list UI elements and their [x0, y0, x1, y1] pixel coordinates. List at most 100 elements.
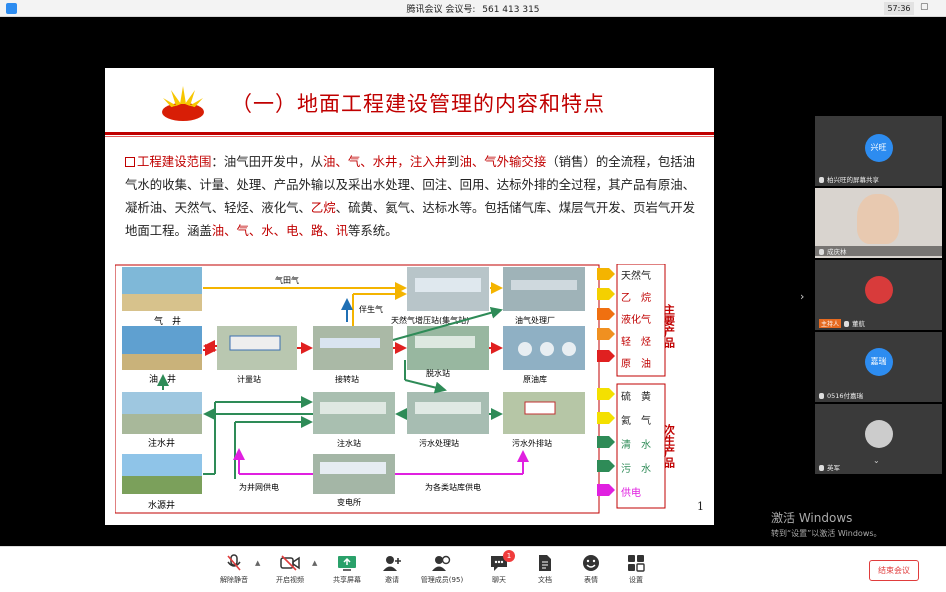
petrochina-logo-icon: [162, 86, 204, 121]
participant-tile[interactable]: ⌄ 英军: [815, 404, 942, 474]
product-sulfur: 硫 黄: [621, 390, 651, 403]
gas-booster-station-label: 天然气增压站(集气站): [391, 315, 469, 325]
product-natural-gas: 天然气: [621, 269, 651, 282]
scroll-down-chevron-icon[interactable]: ⌄: [873, 456, 880, 465]
secondary-products-title: 次生产品: [663, 423, 676, 469]
station-power-supply-label: 为各类站库供电: [425, 482, 481, 492]
documents-button[interactable]: 文档: [523, 554, 567, 585]
participant-panel: 兴旺 柏兴旺的屏幕共享 成庆林 主持人 董航 嘉瑞 0516付嘉瑞 ⌄ 英军: [813, 116, 944, 474]
meeting-timer: 57:36: [884, 2, 914, 15]
processing-plant-label: 油气处理厂: [515, 315, 555, 325]
associated-gas-label: 伴生气: [359, 304, 383, 314]
members-icon: [432, 555, 451, 571]
avatar: 兴旺: [864, 134, 893, 162]
gas-field-gas-label: 气田气: [275, 275, 299, 285]
substation-label: 变电所: [337, 497, 361, 507]
start-video-button[interactable]: 开启视频: [268, 554, 312, 585]
water-injection-station-label: 注水站: [337, 438, 361, 448]
mic-muted-icon: [819, 393, 824, 399]
sewage-treatment-label: 污水处理站: [419, 438, 459, 448]
gas-well-label: 气 井: [154, 315, 181, 327]
slide-title: （一）地面工程建设管理的内容和特点: [231, 92, 605, 116]
chat-button[interactable]: 1 聊天: [477, 550, 521, 585]
invite-button[interactable]: 邀请: [370, 554, 414, 585]
water-source-well-label: 水源井: [148, 499, 175, 511]
intro-highlight: 油、气外输交接: [459, 154, 547, 169]
windows-activation-watermark: 激活 Windows 转到“设置”以激活 Windows。: [771, 509, 882, 539]
secondary-products-list: 硫 黄 氦 气 清 水 污 水 供电: [621, 390, 651, 499]
intro-paragraph: 工程建设范围：油气田开发中，从油、气、水井，注入井到油、气外输交接（销售）的全流…: [125, 150, 695, 242]
chat-label: 聊天: [492, 576, 506, 584]
share-screen-button[interactable]: 共享屏幕: [325, 554, 369, 585]
audio-options-caret-icon[interactable]: ▲: [255, 559, 260, 567]
participant-name-text: 董航: [852, 320, 866, 328]
emoji-icon: [583, 555, 599, 571]
participant-video-tile[interactable]: 成庆林: [815, 188, 942, 258]
mic-muted-icon: [819, 465, 824, 471]
crude-depot-label: 原油库: [523, 374, 547, 384]
emoji-label: 表情: [584, 576, 598, 584]
host-badge: 主持人: [819, 319, 842, 328]
documents-label: 文档: [538, 576, 552, 584]
intro-text: 等系统。: [348, 223, 398, 238]
participant-name-text: 柏兴旺的屏幕共享: [827, 176, 879, 184]
participant-name: 成庆林: [815, 246, 942, 256]
manage-members-button[interactable]: 管理成员(95): [420, 554, 464, 585]
slide-page-number: 1: [697, 500, 704, 513]
video-feed: [857, 194, 899, 244]
participant-name: 0516付嘉瑞: [819, 390, 863, 400]
main-products-title: 主要产品: [663, 303, 676, 349]
avatar: [864, 276, 893, 304]
settings-button[interactable]: 设置: [614, 554, 658, 585]
participant-tile[interactable]: 嘉瑞 0516付嘉瑞: [815, 332, 942, 402]
intro-text: ：油气田开发中，从: [211, 154, 324, 169]
intro-text: 到: [447, 154, 460, 169]
unread-badge: 1: [503, 550, 515, 562]
invite-label: 邀请: [385, 576, 399, 584]
unmute-button[interactable]: 解除静音: [212, 554, 256, 585]
settings-label: 设置: [629, 576, 643, 584]
shared-slide: （一）地面工程建设管理的内容和特点 工程建设范围：油气田开发中，从油、气、水井，…: [105, 68, 714, 525]
process-flow-diagram: 气 井 油 井 注水井 水源井 计量站 接转站 天然气增压站(集气站) 油气处理…: [115, 264, 675, 514]
main-products-list: 天然气 乙 烷 液化气 轻 烃 原 油: [621, 269, 651, 370]
product-clean-water: 清 水: [621, 438, 651, 451]
transfer-station-label: 接转站: [335, 374, 359, 384]
product-crude-oil: 原 油: [621, 357, 651, 370]
add-user-icon: [383, 556, 401, 571]
maximize-icon[interactable]: ▢: [920, 2, 929, 12]
emoji-button[interactable]: 表情: [569, 554, 613, 585]
mic-muted-icon: [227, 554, 241, 571]
collapse-panel-chevron-icon[interactable]: ›: [800, 290, 804, 303]
avatar: 嘉瑞: [864, 348, 893, 376]
intro-highlight: 油、气、水井，注入井: [323, 154, 448, 169]
avatar: [864, 420, 893, 448]
intro-highlight: 油、气、水、电、路、讯: [211, 223, 349, 238]
window-title: 腾讯会议 会议号: 561 413 315: [0, 2, 946, 15]
app-name: 腾讯会议: [406, 5, 443, 15]
participant-tile[interactable]: 兴旺 柏兴旺的屏幕共享: [815, 116, 942, 186]
participant-name: 主持人 董航: [819, 318, 865, 328]
product-sewage: 污 水: [621, 463, 651, 475]
video-options-caret-icon[interactable]: ▲: [312, 559, 317, 567]
product-lpg: 液化气: [621, 313, 651, 326]
end-meeting-button[interactable]: 结束会议: [869, 560, 919, 581]
mic-icon: [819, 249, 824, 255]
product-power: 供电: [621, 486, 641, 499]
participant-name-text: 0516付嘉瑞: [827, 392, 864, 400]
injection-well-label: 注水井: [148, 437, 175, 449]
watermark-line1: 激活 Windows: [771, 511, 853, 525]
meeting-id: 561 413 315: [482, 5, 540, 15]
share-screen-label: 共享屏幕: [333, 576, 361, 584]
manage-members-label: 管理成员(95): [420, 576, 464, 584]
start-video-label: 开启视频: [276, 576, 304, 584]
title-divider: [105, 132, 714, 135]
document-icon: [539, 555, 551, 571]
participant-tile[interactable]: 主持人 董航: [815, 260, 942, 330]
share-screen-icon: [338, 556, 356, 571]
well-power-supply-label: 为井网供电: [239, 482, 279, 492]
participant-name: 柏兴旺的屏幕共享: [819, 174, 879, 184]
metering-station-label: 计量站: [237, 374, 261, 384]
screen-share-icon: [819, 177, 824, 183]
mic-muted-icon: [844, 321, 850, 327]
intro-lead: 工程建设范围: [137, 154, 212, 169]
